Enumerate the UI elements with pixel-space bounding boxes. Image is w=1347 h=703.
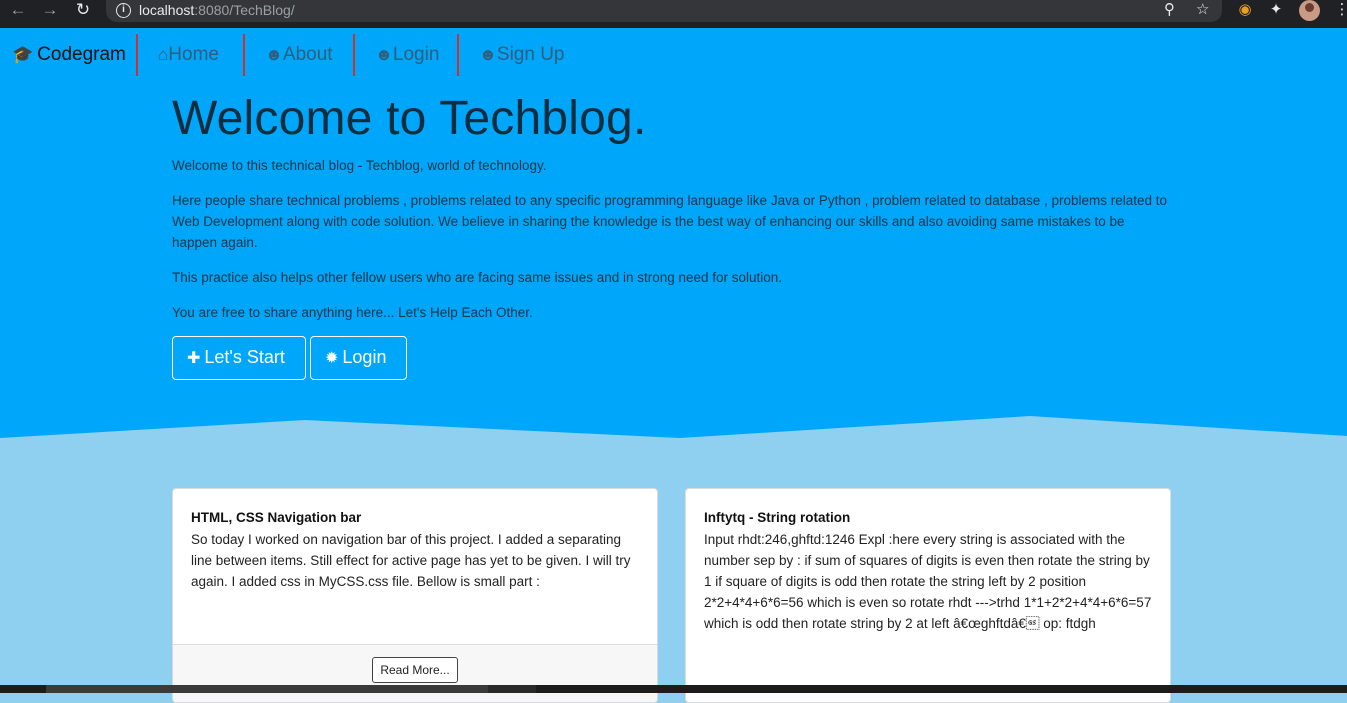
- nav-item-about[interactable]: ☻About: [243, 34, 333, 76]
- zoom-icon[interactable]: ⚲: [1164, 1, 1175, 19]
- post-title: Inftytq - String rotation: [704, 510, 851, 525]
- address-bar[interactable]: i localhost:8080/TechBlog/ ⚲ ☆: [106, 0, 1222, 22]
- nav-item-label: About: [282, 44, 333, 65]
- user-plus-icon: ✚: [187, 350, 201, 367]
- url-text[interactable]: localhost:8080/TechBlog/: [139, 2, 295, 19]
- brand[interactable]: 🎓 Codegram: [12, 43, 126, 67]
- page-title: Welcome to Techblog.: [172, 92, 647, 145]
- star-icon[interactable]: ☆: [1196, 1, 1209, 19]
- hero-lead: Welcome to this technical blog - Techblo…: [172, 158, 547, 173]
- graduation-cap-icon: 🎓: [12, 45, 34, 64]
- browser-toolbar: ← → ↻ i localhost:8080/TechBlog/ ⚲ ☆ ◉ ✦…: [0, 0, 1347, 28]
- taskbar-item[interactable]: [46, 685, 490, 693]
- hero-paragraph: You are free to share anything here... L…: [172, 305, 533, 320]
- jumbotron: Welcome to Techblog. Welcome to this tec…: [172, 84, 1172, 337]
- user-circle-icon: ☻: [479, 45, 497, 64]
- post-title: HTML, CSS Navigation bar: [191, 510, 362, 525]
- nav-item-home[interactable]: ⌂Home: [136, 34, 219, 76]
- post-body: Input rhdt:246,ghftd:1246 Expl :here eve…: [704, 532, 1152, 631]
- profile-avatar[interactable]: [1299, 0, 1320, 21]
- user-circle-icon: ☻: [265, 45, 283, 64]
- nav-item-label: Login: [392, 44, 440, 65]
- lets-start-button[interactable]: ✚ Let's Start: [172, 336, 306, 380]
- site-info-icon[interactable]: i: [116, 3, 131, 18]
- read-more-button[interactable]: Read More...: [372, 657, 458, 683]
- puzzle-icon[interactable]: ✦: [1265, 0, 1287, 22]
- nav-item-label: Home: [168, 44, 219, 65]
- post-card: HTML, CSS Navigation bar So today I work…: [172, 488, 658, 703]
- login-button[interactable]: ✹ Login: [310, 336, 407, 380]
- os-taskbar: [0, 685, 1347, 693]
- post-footer: Read More...: [173, 644, 657, 702]
- hero-paragraph: This practice also helps other fellow us…: [172, 270, 783, 285]
- reload-icon[interactable]: ↻: [71, 0, 95, 20]
- user-circle-icon: ☻: [375, 45, 393, 64]
- site-navbar: 🎓 Codegram ⌂Home ☻About ☻Login ☻Sign Up: [0, 28, 1347, 84]
- taskbar-item[interactable]: [488, 685, 536, 693]
- extension-icon[interactable]: ◉: [1234, 0, 1256, 22]
- nav-item-signup[interactable]: ☻Sign Up: [457, 34, 565, 76]
- post-card: Inftytq - String rotation Input rhdt:246…: [685, 488, 1171, 703]
- nav-item-login[interactable]: ☻Login: [353, 34, 439, 76]
- post-body: So today I worked on navigation bar of t…: [191, 532, 631, 589]
- menu-dots-icon[interactable]: ⋮: [1331, 0, 1347, 22]
- forward-icon[interactable]: →: [38, 0, 62, 20]
- spinner-icon: ✹: [325, 350, 339, 367]
- home-icon: ⌂: [158, 45, 169, 64]
- hero-paragraph: Here people share technical problems , p…: [172, 193, 1168, 250]
- hero-section: Welcome to Techblog. Welcome to this tec…: [0, 84, 1347, 444]
- nav-item-label: Sign Up: [496, 44, 565, 65]
- back-icon[interactable]: ←: [6, 0, 30, 20]
